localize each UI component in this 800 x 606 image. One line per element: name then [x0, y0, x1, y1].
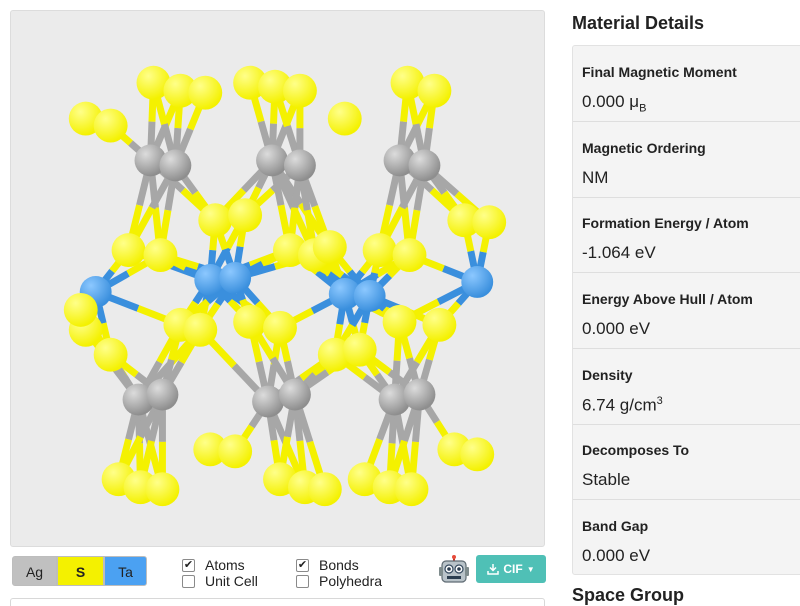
- silver-atom: [146, 378, 179, 411]
- sulfur-atom: [145, 472, 180, 507]
- sulfur-atom: [93, 108, 128, 143]
- atoms-option[interactable]: ✔ Atoms: [182, 557, 245, 573]
- sulfur-atom: [188, 75, 223, 110]
- detail-row: Final Magnetic Moment 0.000 μB: [573, 46, 800, 122]
- silver-atom: [403, 378, 436, 411]
- crystal-structure-canvas[interactable]: [11, 11, 544, 546]
- detail-label: Band Gap: [582, 518, 649, 534]
- silver-atom: [256, 144, 288, 177]
- caret-down-icon: ▼: [526, 564, 535, 574]
- sulfur-atom: [392, 238, 427, 273]
- sulfur-atom: [228, 198, 263, 233]
- silver-atom: [408, 149, 441, 182]
- sulfur-atom: [263, 310, 297, 345]
- detail-row: Energy Above Hull / Atom 0.000 eV: [573, 273, 800, 349]
- silver-atom: [159, 149, 192, 182]
- detail-value: -1.064 eV: [582, 243, 656, 262]
- sulfur-atom: [282, 73, 317, 108]
- material-details-card: Final Magnetic Moment 0.000 μB Magnetic …: [572, 45, 800, 575]
- sulfur-atom: [93, 337, 128, 372]
- sulfur-atom: [417, 73, 452, 108]
- sulfur-atom: [143, 238, 178, 273]
- detail-row: Magnetic Ordering NM: [573, 122, 800, 198]
- sulfur-atom: [233, 304, 268, 339]
- sulfur-atom: [327, 101, 362, 136]
- lower-panel: [10, 598, 545, 606]
- download-icon: [487, 564, 500, 575]
- tantalum-atom: [219, 262, 252, 294]
- element-legend-ag[interactable]: Ag: [12, 556, 57, 586]
- detail-row: Band Gap 0.000 eV: [573, 500, 800, 576]
- sulfur-atom: [183, 312, 218, 347]
- bonds-option[interactable]: ✔ Bonds: [296, 557, 359, 573]
- sulfur-atom: [312, 230, 347, 265]
- detail-row: Density 6.74 g/cm3: [573, 349, 800, 425]
- sulfur-atom: [472, 205, 507, 240]
- cif-label: CIF: [503, 562, 523, 576]
- robot-icon[interactable]: [438, 554, 470, 586]
- space-group-title: Space Group: [572, 585, 685, 605]
- detail-value: 0.000 μB: [582, 92, 647, 115]
- atoms-label: Atoms: [205, 557, 245, 573]
- sulfur-atom: [218, 434, 253, 469]
- sulfur-atom: [342, 332, 377, 367]
- detail-label: Magnetic Ordering: [582, 140, 706, 156]
- sulfur-atom: [63, 292, 98, 327]
- viewer-controls: Ag S Ta ✔ Atoms Unit Cell ✔ Bonds Polyhe…: [10, 552, 546, 590]
- bonds-checkbox[interactable]: ✔: [296, 558, 309, 572]
- unit-cell-checkbox[interactable]: [182, 574, 195, 588]
- detail-label: Energy Above Hull / Atom: [582, 291, 753, 307]
- sulfur-atom: [394, 472, 429, 507]
- tantalum-atom: [353, 279, 386, 312]
- detail-label: Final Magnetic Moment: [582, 64, 737, 80]
- detail-label: Formation Energy / Atom: [582, 215, 749, 231]
- tantalum-atom: [461, 266, 494, 298]
- detail-row: Decomposes To Stable: [573, 424, 800, 500]
- sulfur-atom: [422, 307, 457, 342]
- detail-value: Stable: [582, 470, 631, 489]
- unit-cell-label: Unit Cell: [205, 573, 258, 589]
- element-legend-ta[interactable]: Ta: [104, 556, 147, 586]
- detail-label: Density: [582, 367, 633, 383]
- sulfur-atom: [111, 233, 146, 268]
- silver-atom: [283, 149, 316, 182]
- detail-row: Formation Energy / Atom -1.064 eV: [573, 197, 800, 273]
- sulfur-atom: [198, 203, 233, 238]
- detail-value: NM: [582, 168, 609, 187]
- polyhedra-option[interactable]: Polyhedra: [296, 573, 382, 589]
- detail-value: 0.000 eV: [582, 546, 651, 565]
- sulfur-atom: [460, 437, 495, 472]
- atoms-checkbox[interactable]: ✔: [182, 558, 195, 572]
- polyhedra-label: Polyhedra: [319, 573, 383, 589]
- sulfur-atom: [362, 233, 397, 268]
- detail-value: 6.74 g/cm3: [582, 395, 663, 415]
- structure-viewer[interactable]: [10, 10, 545, 547]
- element-legend-s[interactable]: S: [57, 556, 104, 586]
- polyhedra-checkbox[interactable]: [296, 574, 309, 588]
- detail-label: Decomposes To: [582, 442, 690, 458]
- unit-cell-option[interactable]: Unit Cell: [182, 573, 258, 589]
- silver-atom: [252, 385, 284, 418]
- sulfur-atom: [307, 472, 342, 507]
- sulfur-atom: [382, 304, 417, 339]
- silver-atom: [278, 378, 311, 411]
- material-details-title: Material Details: [572, 13, 705, 33]
- detail-value: 0.000 eV: [582, 319, 651, 338]
- cif-download-button[interactable]: CIF ▼: [476, 555, 546, 583]
- bonds-label: Bonds: [319, 557, 359, 573]
